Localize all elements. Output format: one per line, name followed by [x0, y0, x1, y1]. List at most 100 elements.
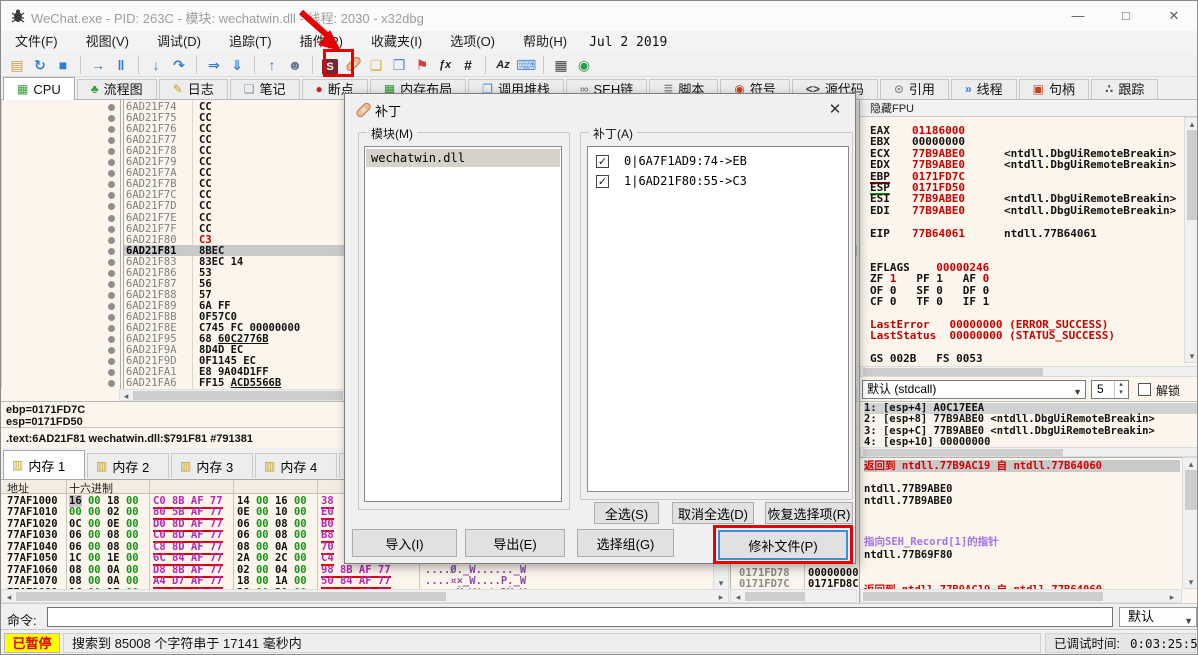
- tab-handles[interactable]: ▣ 句柄: [1018, 79, 1089, 99]
- hide-fpu-button[interactable]: 隐藏FPU: [860, 101, 1197, 117]
- maximize-button[interactable]: □: [1105, 1, 1147, 31]
- step-over-icon[interactable]: ↷: [169, 55, 189, 75]
- restart-icon[interactable]: ↻: [30, 55, 50, 75]
- breakpoint-dot[interactable]: [108, 291, 115, 299]
- flags-row[interactable]: GS 002B FS 0053: [860, 353, 1184, 363]
- calculator-icon[interactable]: ▦: [551, 55, 571, 75]
- arg-count-stepper[interactable]: 5 ▴ ▾: [1091, 380, 1129, 399]
- tab-threads[interactable]: » 线程: [950, 79, 1017, 99]
- hash-icon[interactable]: #: [458, 55, 478, 75]
- calling-convention-select[interactable]: 默认 (stdcall) ▼: [862, 380, 1086, 399]
- select-all-button[interactable]: 全选(S): [594, 502, 659, 524]
- tab-log[interactable]: ✎ 日志: [158, 79, 228, 99]
- open-file-icon[interactable]: ▤: [7, 55, 27, 75]
- stack-info-row[interactable]: ntdll.77B9ABE0: [864, 483, 953, 495]
- arguments-hscrollbar[interactable]: [860, 447, 1197, 457]
- patch-list-item[interactable]: ✓ 0|6A7F1AD9:74->EB: [588, 153, 848, 173]
- breakpoint-dot[interactable]: [108, 358, 115, 366]
- arguments-panel[interactable]: 1: [esp+4] A0C17EEA 2: [esp+8] 77B9ABE0 <…: [860, 401, 1197, 447]
- breakpoint-dot[interactable]: [108, 247, 115, 255]
- close-button[interactable]: ✕: [1153, 1, 1195, 31]
- restore-selection-button[interactable]: 恢复选择项(R): [765, 502, 853, 524]
- dump-hscrollbar[interactable]: ◂ ▸: [1, 589, 729, 603]
- breakpoint-dot[interactable]: [108, 181, 115, 189]
- patches-list[interactable]: ✓ 0|6A7F1AD9:74->EB ✓ 1|6AD21F80:55->C3: [587, 146, 849, 492]
- stepper-arrows-icon[interactable]: ▴ ▾: [1114, 381, 1127, 398]
- tab-notes[interactable]: ❏ 笔记: [229, 79, 300, 99]
- registers-list[interactable]: EAX 01186000 EBX 00000000 ECX 77B9ABE0 <ntdll.…: [860, 117, 1184, 363]
- menu-item-4[interactable]: 追踪(T): [215, 31, 286, 53]
- breakpoint-dot[interactable]: [108, 225, 115, 233]
- labels-icon[interactable]: ❒: [389, 55, 409, 75]
- breakpoint-dot[interactable]: [108, 336, 115, 344]
- breakpoint-dot[interactable]: [108, 325, 115, 332]
- module-list-item[interactable]: wechatwin.dll: [366, 149, 560, 167]
- stack-hscrollbar[interactable]: ◂: [730, 589, 857, 603]
- patch-list-item[interactable]: ✓ 1|6AD21F80:55->C3: [588, 173, 848, 193]
- tab-graph[interactable]: ♣ 流程图: [76, 79, 157, 99]
- step-into-icon[interactable]: ↓: [146, 55, 166, 75]
- flags-row[interactable]: LastStatus 00000000 (STATUS_SUCCESS): [860, 330, 1184, 341]
- flags-row[interactable]: CF 0 TF 0 IF 1: [860, 296, 1184, 307]
- stack-info-row[interactable]: 返回到 ntdll.77B9AC19 自 ntdll.77B64060: [864, 460, 1180, 472]
- import-button[interactable]: 导入(I): [352, 529, 457, 557]
- step-source-icon[interactable]: ⇓: [227, 55, 247, 75]
- globe-icon[interactable]: ◉: [574, 55, 594, 75]
- menu-item-1[interactable]: 文件(F): [1, 31, 72, 53]
- breakpoint-dot[interactable]: [108, 170, 115, 178]
- stack-info-row[interactable]: ntdll.77B69F80: [864, 549, 953, 561]
- functions-icon[interactable]: ƒx: [435, 55, 455, 75]
- bookmarks-icon[interactable]: ⚑: [412, 55, 432, 75]
- register-row[interactable]: EAX 01186000: [860, 125, 1184, 137]
- breakpoint-dot[interactable]: [108, 380, 115, 388]
- comments-icon[interactable]: ❏: [366, 55, 386, 75]
- run-to-selection-icon[interactable]: ⇒: [204, 55, 224, 75]
- register-row[interactable]: EBP 0171FD7C: [860, 170, 1184, 184]
- patch-checkbox[interactable]: ✓: [596, 175, 609, 188]
- breakpoint-dot[interactable]: [108, 214, 115, 222]
- close-icon[interactable]: ✕: [825, 100, 845, 118]
- breakpoint-dot[interactable]: [108, 258, 115, 266]
- breakpoint-dot[interactable]: [108, 302, 115, 310]
- attach-icon[interactable]: ☻: [285, 55, 305, 75]
- tab-references[interactable]: ⊙ 引用: [879, 79, 949, 99]
- breakpoint-dot[interactable]: [108, 115, 115, 123]
- breakpoint-dot[interactable]: [108, 280, 115, 288]
- stack-info-row[interactable]: ntdll.77B9ABE0: [864, 495, 953, 507]
- export-button[interactable]: 导出(E): [465, 529, 565, 557]
- dump-tab-1[interactable]: ▥ 内存 1: [3, 450, 85, 479]
- register-row[interactable]: EDX 77B9ABE0 <ntdll.DbgUiRemoteBreakin>: [860, 159, 1184, 171]
- stack-info-row[interactable]: 指向SEH_Record[1]的指针: [864, 536, 999, 548]
- breakpoint-dot[interactable]: [108, 192, 115, 200]
- breakpoint-dot[interactable]: [108, 313, 115, 321]
- breakpoint-dot[interactable]: [108, 269, 115, 277]
- tab-cpu[interactable]: ▦ CPU: [3, 77, 75, 100]
- minimize-button[interactable]: —: [1057, 1, 1099, 31]
- breakpoint-dot[interactable]: [108, 159, 115, 167]
- menu-item-2[interactable]: 视图(V): [72, 31, 143, 53]
- breakpoint-dot[interactable]: [108, 369, 115, 377]
- breakpoint-dot[interactable]: [108, 137, 115, 145]
- dump-tab-3[interactable]: ▥ 内存 3: [171, 453, 253, 478]
- text-encoding-icon[interactable]: Az: [493, 55, 513, 75]
- command-profile-select[interactable]: 默认 ▼: [1119, 607, 1197, 627]
- stack-info-hscrollbar[interactable]: ▸: [860, 589, 1182, 603]
- stop-icon[interactable]: ■: [53, 55, 73, 75]
- unlock-checkbox[interactable]: [1138, 383, 1151, 396]
- select-group-button[interactable]: 选择组(G): [577, 529, 674, 557]
- device-icon[interactable]: ⌨: [516, 55, 536, 75]
- dump-tab-2[interactable]: ▥ 内存 2: [87, 453, 169, 478]
- registers-hscrollbar[interactable]: [860, 366, 1197, 377]
- deselect-all-button[interactable]: 取消全选(D): [672, 502, 754, 524]
- execute-till-return-icon[interactable]: ↑: [262, 55, 282, 75]
- patch-dialog-titlebar[interactable]: 补丁 ✕: [345, 94, 855, 124]
- registers-vscrollbar[interactable]: ▴ ▾: [1184, 117, 1197, 363]
- argument-row[interactable]: 4: [esp+10] 00000000: [864, 436, 1197, 447]
- breakpoint-dot[interactable]: [108, 104, 115, 111]
- stack-info-vscrollbar[interactable]: ▴ ▾: [1182, 457, 1197, 589]
- register-row[interactable]: EDI 77B9ABE0 <ntdll.DbgUiRemoteBreakin>: [860, 204, 1184, 216]
- breakpoint-dot[interactable]: [108, 148, 115, 156]
- tab-trace[interactable]: ∴ 跟踪: [1091, 79, 1159, 99]
- breakpoint-dot[interactable]: [108, 126, 115, 134]
- command-input[interactable]: [47, 607, 1113, 627]
